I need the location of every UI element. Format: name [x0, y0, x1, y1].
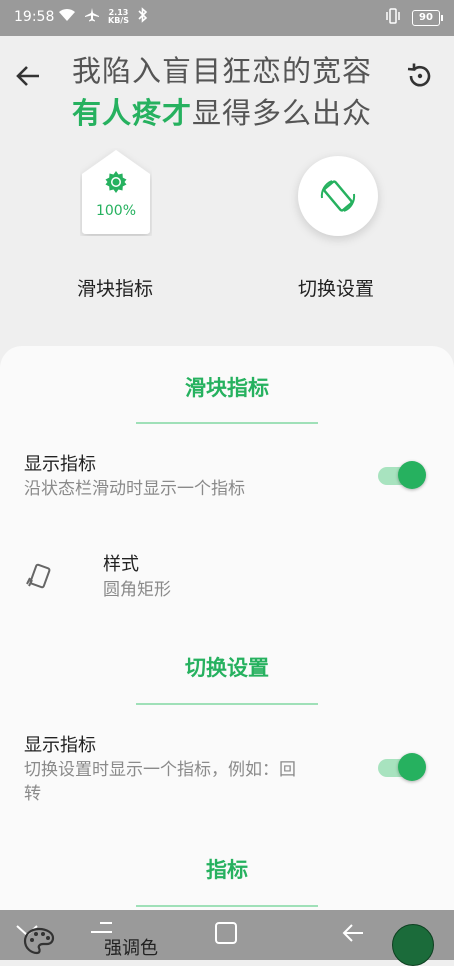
switch-preview-label: 切换设置	[298, 278, 375, 300]
header: 我陷入盲目狂恋的宽容 有人疼才显得多么出众 100% 滑块指标 切换设置	[0, 36, 454, 346]
accent-color-label[interactable]: 强调色	[104, 934, 158, 960]
pref-subtitle-line2: 转	[24, 784, 41, 804]
restore-button[interactable]	[402, 58, 438, 94]
navigation-bar: 强调色	[0, 910, 454, 960]
switch-indicator-toggle[interactable]	[378, 752, 428, 782]
back-nav-icon[interactable]	[340, 920, 366, 950]
lyric-highlight: 有人疼才	[72, 96, 193, 130]
airplane-icon	[84, 7, 100, 27]
section-divider	[136, 905, 318, 907]
lyric-rest: 显得多么出众	[192, 96, 373, 130]
pref-title: 样式	[103, 554, 139, 575]
arrow-left-icon	[16, 66, 39, 86]
wifi-icon	[58, 8, 76, 26]
battery-icon: 90	[412, 10, 443, 26]
bluetooth-icon	[137, 7, 149, 27]
palette-icon[interactable]	[22, 926, 56, 960]
lyric-line-1: 我陷入盲目狂恋的宽容	[72, 54, 373, 88]
slider-preview-label: 滑块指标	[77, 278, 154, 300]
square-icon[interactable]	[213, 920, 239, 950]
back-button[interactable]	[10, 58, 46, 94]
section-divider	[136, 703, 318, 705]
section-divider	[136, 422, 318, 424]
slider-indicator-preview[interactable]: 100%	[80, 148, 152, 236]
switch-indicator-preview[interactable]	[298, 156, 378, 236]
pref-title: 显示指标	[24, 735, 96, 756]
slider-percent: 100%	[95, 203, 137, 219]
status-time: 19:58	[14, 9, 55, 25]
pref-subtitle: 沿状态栏滑动时显示一个指标	[24, 479, 245, 499]
network-speed: 2.13 KB/S	[108, 8, 129, 25]
pref-value: 圆角矩形	[103, 580, 171, 600]
section-slider-title: 滑块指标	[185, 376, 269, 400]
pref-subtitle-line1: 切换设置时显示一个指标，例如：回	[24, 760, 296, 780]
settings-sheet: 滑块指标 显示指标 沿状态栏滑动时显示一个指标 样式 圆角矩形 切换设置 显示指…	[0, 346, 454, 960]
screen-rotation-icon	[320, 180, 356, 212]
restore-icon	[407, 63, 431, 87]
lyric-line-2: 有人疼才显得多么出众	[72, 90, 372, 132]
section-indicator-title: 指标	[206, 858, 248, 882]
vibrate-icon	[384, 8, 402, 28]
slider-indicator-toggle[interactable]	[378, 460, 428, 490]
status-bar: 19:58 2.13 KB/S 90	[0, 0, 454, 36]
section-switch-title: 切换设置	[185, 656, 269, 680]
pref-title: 显示指标	[24, 454, 96, 475]
style-shape-icon	[24, 560, 56, 596]
